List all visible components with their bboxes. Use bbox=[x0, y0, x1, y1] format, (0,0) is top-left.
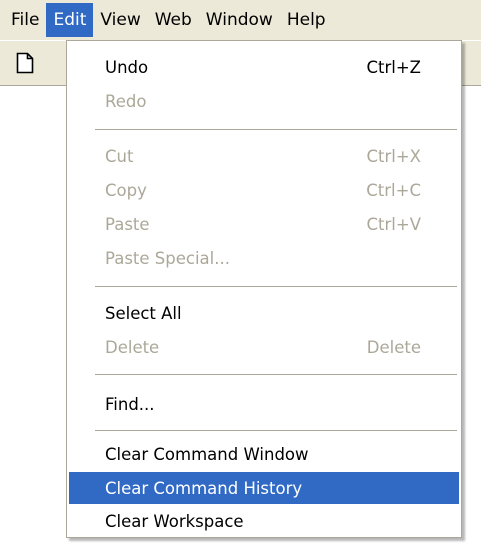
menu-item-label: Delete bbox=[105, 337, 160, 357]
menu-help[interactable]: Help bbox=[280, 3, 333, 37]
menu-bar: File Edit View Web Window Help bbox=[0, 0, 481, 40]
menu-item-label: Cut bbox=[105, 146, 134, 166]
menu-item-shortcut: Ctrl+Z bbox=[366, 57, 422, 77]
menu-view[interactable]: View bbox=[93, 3, 147, 37]
menu-item-clear-workspace[interactable]: Clear Workspace bbox=[69, 505, 459, 537]
new-file-button[interactable] bbox=[8, 46, 42, 80]
menu-item-undo[interactable]: Undo Ctrl+Z bbox=[69, 51, 459, 83]
menu-item-label: Find... bbox=[105, 394, 155, 414]
menu-item-paste[interactable]: Paste Ctrl+V bbox=[69, 208, 459, 240]
menu-separator bbox=[95, 286, 457, 288]
menu-item-shortcut: Ctrl+C bbox=[366, 180, 421, 200]
menu-item-paste-special[interactable]: Paste Special... bbox=[69, 242, 459, 274]
menu-edit[interactable]: Edit bbox=[46, 3, 94, 37]
menu-item-clear-command-window[interactable]: Clear Command Window bbox=[69, 438, 459, 470]
menu-item-clear-command-history[interactable]: Clear Command History bbox=[69, 472, 459, 504]
menu-item-label: Clear Command Window bbox=[105, 444, 309, 464]
menu-separator bbox=[95, 129, 457, 131]
menu-item-cut[interactable]: Cut Ctrl+X bbox=[69, 140, 459, 172]
menu-item-delete[interactable]: Delete Delete bbox=[69, 331, 459, 363]
menu-item-label: Paste bbox=[105, 214, 150, 234]
menu-item-select-all[interactable]: Select All bbox=[69, 297, 459, 329]
menu-item-shortcut: Delete bbox=[366, 337, 421, 357]
menu-item-label: Paste Special... bbox=[105, 248, 230, 268]
menu-item-label: Undo bbox=[105, 57, 149, 77]
application-window: File Edit View Web Window Help Undo Ctrl… bbox=[0, 0, 481, 544]
menu-separator bbox=[95, 374, 457, 376]
menu-item-label: Redo bbox=[105, 91, 147, 111]
menu-item-label: Select All bbox=[105, 303, 182, 323]
menu-file[interactable]: File bbox=[4, 3, 46, 37]
menu-window[interactable]: Window bbox=[199, 3, 280, 37]
menu-item-shortcut: Ctrl+V bbox=[366, 214, 421, 234]
menu-item-find[interactable]: Find... bbox=[69, 388, 459, 420]
edit-menu-dropdown: Undo Ctrl+Z Redo Cut Ctrl+X Copy Ctrl+C … bbox=[66, 40, 462, 538]
new-file-icon bbox=[16, 52, 34, 74]
menu-item-label: Clear Command History bbox=[105, 478, 303, 498]
menu-item-label: Clear Workspace bbox=[105, 511, 244, 531]
menu-item-shortcut: Ctrl+X bbox=[366, 146, 422, 166]
menu-item-redo[interactable]: Redo bbox=[69, 85, 459, 117]
menu-item-label: Copy bbox=[105, 180, 147, 200]
menu-item-copy[interactable]: Copy Ctrl+C bbox=[69, 174, 459, 206]
menu-separator bbox=[95, 430, 457, 432]
menu-web[interactable]: Web bbox=[148, 3, 199, 37]
